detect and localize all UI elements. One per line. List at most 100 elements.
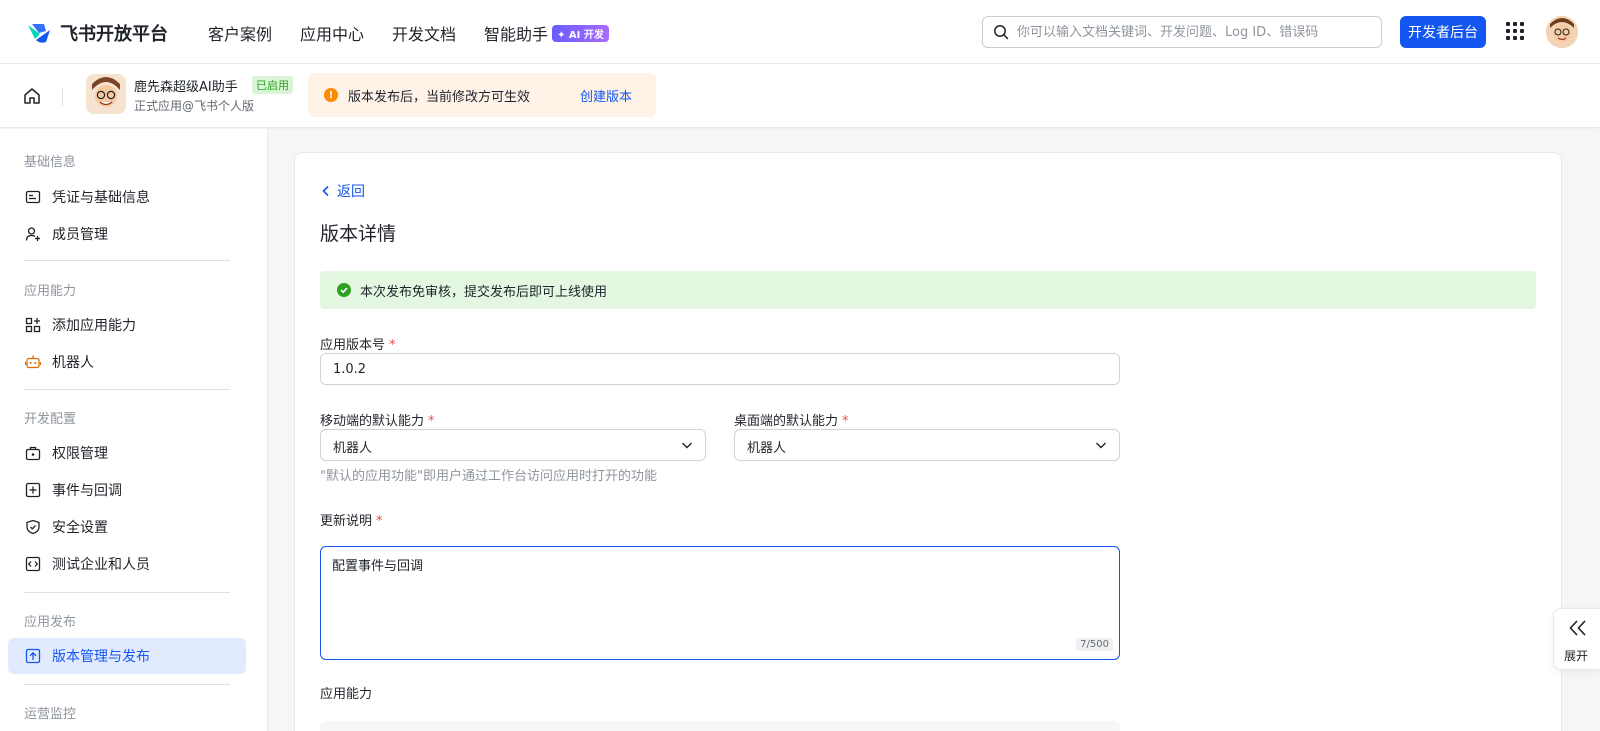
expand-panel-button[interactable]: 展开 [1553, 608, 1600, 670]
notice-text: 版本发布后，当前修改方可生效 [348, 90, 531, 105]
nav-smart-assistant-label: 智能助手 [484, 25, 549, 44]
publish-notice: ! 版本发布后，当前修改方可生效 创建版本 [308, 73, 656, 117]
search-box[interactable] [982, 16, 1382, 48]
success-alert: 本次发布免审核，提交发布后即可上线使用 [320, 271, 1536, 309]
sidebar-divider [24, 260, 230, 261]
app-avatar [86, 74, 126, 114]
sidebar-item-add-capability[interactable]: 添加应用能力 [8, 307, 246, 343]
sidebar-item-permissions[interactable]: 权限管理 [8, 435, 246, 471]
user-add-icon [25, 227, 40, 241]
sidebar-section-capability: 应用能力 [24, 284, 77, 299]
version-detail-card: 返回 版本详情 本次发布免审核，提交发布后即可上线使用 应用版本号* 移动端的默… [294, 152, 1562, 731]
search-input[interactable] [1017, 17, 1367, 47]
app-subtitle: 正式应用@飞书个人版 [134, 99, 255, 113]
required-mark: * [389, 338, 396, 353]
version-input[interactable] [333, 354, 1052, 384]
create-version-link[interactable]: 创建版本 [580, 86, 632, 105]
sidebar-section-monitoring: 运营监控 [24, 707, 77, 722]
mobile-default-select[interactable]: 机器人 [320, 429, 706, 461]
sidebar-item-label: 版本管理与发布 [52, 649, 150, 665]
release-notes-label: 更新说明 * [320, 514, 383, 529]
id-card-icon [25, 190, 41, 204]
char-counter: 7/500 [1076, 638, 1113, 651]
apps-add-icon [25, 317, 41, 333]
sidebar-item-label: 成员管理 [52, 227, 108, 243]
sidebar-divider [24, 389, 230, 390]
success-text: 本次发布免审核，提交发布后即可上线使用 [360, 285, 608, 300]
double-chevron-left-icon [1569, 620, 1586, 636]
back-link[interactable]: 返回 [321, 181, 365, 201]
chevron-down-icon [682, 442, 692, 449]
app-avatar-face-icon [86, 74, 126, 114]
back-label: 返回 [337, 184, 365, 200]
home-icon[interactable] [22, 86, 42, 106]
app-name: 鹿先森超级AI助手 [134, 80, 238, 95]
desktop-default-select[interactable]: 机器人 [734, 429, 1120, 461]
sidebar-item-label: 机器人 [52, 355, 94, 371]
avatar-face-icon [1546, 16, 1578, 48]
event-plus-icon [25, 482, 41, 498]
sidebar-item-members[interactable]: 成员管理 [8, 216, 246, 252]
sidebar-item-test-tenants[interactable]: 测试企业和人员 [8, 546, 246, 582]
required-mark: * [428, 414, 435, 429]
mobile-default-value: 机器人 [333, 441, 373, 456]
sidebar-item-version-release[interactable]: 版本管理与发布 [8, 638, 246, 674]
divider [62, 88, 63, 106]
sidebar-item-label: 安全设置 [52, 520, 108, 536]
nav-dev-docs[interactable]: 开发文档 [392, 21, 456, 45]
ai-dev-badge: ✦ AI 开发 [552, 25, 609, 42]
nav-customer-cases[interactable]: 客户案例 [208, 21, 272, 45]
user-avatar[interactable] [1546, 16, 1578, 48]
status-badge: 已启用 [252, 76, 293, 94]
version-label: 应用版本号 * [320, 338, 396, 353]
sidebar-section-release: 应用发布 [24, 615, 77, 630]
release-notes-textarea[interactable]: 配置事件与回调 7/500 [320, 546, 1120, 660]
sidebar-item-events[interactable]: 事件与回调 [8, 472, 246, 508]
desktop-default-value: 机器人 [747, 441, 787, 456]
code-icon [25, 556, 41, 572]
sidebar-item-label: 权限管理 [52, 446, 108, 462]
sidebar-item-credentials[interactable]: 凭证与基础信息 [8, 179, 246, 215]
nav-smart-assistant[interactable]: 智能助手 ✦ AI 开发 [484, 21, 609, 45]
sidebar-section-dev-config: 开发配置 [24, 412, 77, 427]
sidebar-item-security[interactable]: 安全设置 [8, 509, 246, 545]
app-header: 鹿先森超级AI助手 已启用 正式应用@飞书个人版 ! 版本发布后，当前修改方可生… [0, 64, 1600, 128]
feishu-logo-icon [28, 24, 50, 43]
brand-name: 飞书开放平台 [60, 24, 168, 45]
nav-app-center[interactable]: 应用中心 [300, 21, 364, 45]
sidebar-divider [24, 684, 230, 685]
required-mark: * [842, 414, 849, 429]
robot-icon [25, 355, 41, 369]
sidebar-divider [24, 592, 230, 593]
sidebar-item-label: 添加应用能力 [52, 318, 136, 334]
search-icon [994, 25, 1009, 40]
chevron-left-icon [322, 185, 329, 197]
expand-label: 展开 [1564, 649, 1589, 663]
top-navbar: 飞书开放平台 客户案例 应用中心 开发文档 智能助手✦ AI 开发 开发者后台 [0, 0, 1600, 64]
sidebar: 基础信息 凭证与基础信息 成员管理 应用能力 添加应用能力 机器人 开发配置 权… [0, 129, 268, 731]
required-mark: * [376, 514, 383, 529]
capability-box [320, 721, 1120, 731]
shield-icon [26, 519, 40, 535]
main-nav: 客户案例 应用中心 开发文档 智能助手 ✦ AI 开发 [208, 21, 609, 45]
sidebar-section-basic: 基础信息 [24, 155, 77, 170]
release-notes-value: 配置事件与回调 [332, 559, 424, 574]
page-title: 版本详情 [320, 223, 397, 245]
sidebar-item-bot[interactable]: 机器人 [8, 344, 246, 380]
developer-console-button[interactable]: 开发者后台 [1400, 16, 1486, 48]
desktop-default-label: 桌面端的默认能力 * [734, 414, 849, 429]
briefcase-lock-icon [25, 446, 41, 461]
warning-icon: ! [324, 88, 338, 102]
apps-grid-icon[interactable] [1506, 22, 1524, 40]
brand-logo[interactable]: 飞书开放平台 [26, 20, 168, 46]
chevron-down-icon [1096, 442, 1106, 449]
version-field[interactable] [320, 353, 1120, 385]
sidebar-item-label: 事件与回调 [52, 483, 122, 499]
check-circle-icon [337, 283, 351, 297]
sidebar-item-label: 测试企业和人员 [52, 557, 150, 573]
mobile-default-label: 移动端的默认能力 * [320, 414, 435, 429]
default-capability-hint: "默认的应用功能"即用户通过工作台访问应用时打开的功能 [320, 469, 657, 484]
sidebar-item-label: 凭证与基础信息 [52, 190, 150, 206]
upload-icon [25, 648, 41, 664]
capability-label: 应用能力 [320, 687, 373, 702]
